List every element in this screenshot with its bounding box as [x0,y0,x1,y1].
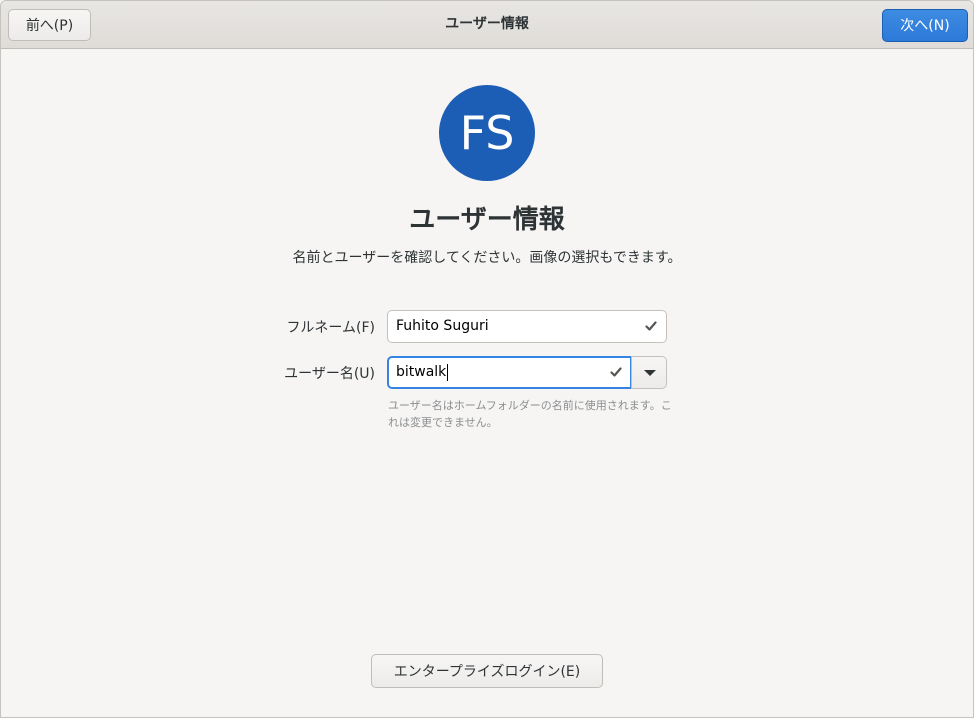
next-button[interactable]: 次へ(N) [882,9,968,42]
username-hint: ユーザー名はホームフォルダーの名前に使用されます。これは変更できません。 [388,399,672,429]
check-icon [645,321,657,331]
page-title: ユーザー情報 [409,205,565,235]
check-icon [610,367,622,377]
fullname-field[interactable]: Fuhito Suguri [387,310,667,343]
text-cursor [447,363,449,381]
fullname-value: Fuhito Suguri [396,318,489,334]
caret-down-icon [644,370,656,376]
username-value-text: bitwalk [396,364,447,380]
username-label: ユーザー名(U) [284,366,375,382]
page-subtitle: 名前とユーザーを確認してください。画像の選択もできます。 [292,250,682,266]
enterprise-login-button[interactable]: エンタープライズログイン(E) [371,654,603,688]
header-title: ユーザー情報 [445,16,529,32]
username-value: bitwalk [396,357,449,388]
initial-setup-window: 前へ(P) ユーザー情報 次へ(N) FS ユーザー情報 名前とユーザーを確認し… [0,0,974,718]
user-avatar[interactable]: FS [439,85,535,181]
username-dropdown-button[interactable] [631,356,667,389]
username-field[interactable]: bitwalk [387,356,632,389]
header-bar: 前へ(P) ユーザー情報 次へ(N) [1,1,973,49]
fullname-label: フルネーム(F) [286,320,375,336]
